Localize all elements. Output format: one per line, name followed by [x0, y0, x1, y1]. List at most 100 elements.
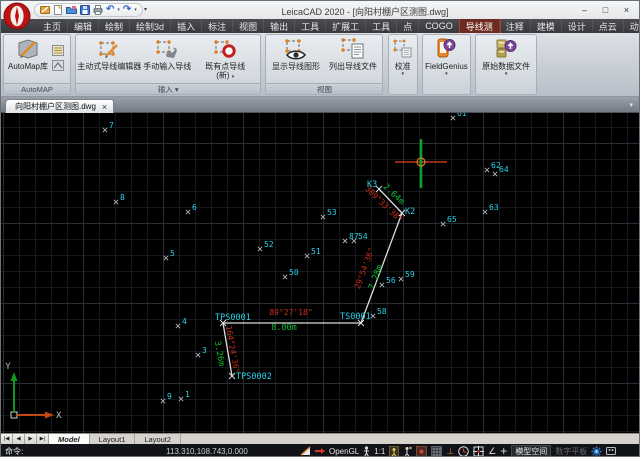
layout-nav-button-2[interactable]: ▶: [25, 434, 37, 444]
document-tab-close-icon[interactable]: ×: [102, 102, 107, 112]
digitizer-label[interactable]: 数字平板: [555, 446, 587, 457]
station-label-TPS0002[interactable]: TPS0002: [236, 372, 272, 382]
fieldgenius-button[interactable]: FieldGenius ▾: [424, 35, 469, 94]
menu-tab-16[interactable]: 设计: [562, 19, 593, 33]
point-label-54[interactable]: 54: [358, 232, 368, 241]
point-label-50[interactable]: 50: [289, 268, 299, 277]
point-label-56[interactable]: 56: [386, 276, 396, 285]
point-label-59[interactable]: 59: [405, 270, 415, 279]
minimize-button[interactable]: –: [574, 1, 595, 18]
annotation-scale-label[interactable]: 1:1: [374, 447, 385, 456]
automap-small-icon-2[interactable]: [52, 60, 64, 73]
angle-snap-icon[interactable]: ∠: [488, 447, 496, 456]
undo-dropdown-icon[interactable]: ▾: [117, 7, 120, 13]
draw-order-icon[interactable]: [300, 446, 311, 456]
redo-icon[interactable]: ↷: [123, 5, 131, 15]
menu-tab-15[interactable]: 建模: [531, 19, 562, 33]
active-traverse-editor-button[interactable]: 主动式导线编辑器: [77, 35, 141, 83]
point-label-61[interactable]: 61: [457, 113, 467, 118]
menu-tab-14[interactable]: 注释: [500, 19, 531, 33]
settings-gear-icon[interactable]: [591, 446, 602, 457]
point-marker-8[interactable]: [114, 200, 118, 204]
point-label-9[interactable]: 9: [167, 392, 172, 401]
point-label-58[interactable]: 58: [377, 307, 387, 316]
drawing-viewport[interactable]: 786535251550439161626463658754565958TPS0…: [1, 113, 640, 433]
plot-icon[interactable]: [93, 5, 103, 15]
panel-label-input[interactable]: 输入▾: [76, 83, 260, 94]
monitor-icon[interactable]: [606, 446, 616, 457]
point-label-8[interactable]: 8: [120, 193, 125, 202]
qat-customize-icon[interactable]: ▾: [144, 6, 147, 13]
point-marker-64[interactable]: [493, 172, 497, 176]
perpendicular-snap-icon[interactable]: ⊥: [446, 447, 454, 456]
raw-data-file-button[interactable]: 原始数据文件 ▾: [477, 35, 535, 94]
maximize-button[interactable]: □: [595, 1, 616, 18]
layout-nav-button-0[interactable]: |◀: [1, 434, 13, 444]
menu-tab-10[interactable]: 工具: [366, 19, 397, 33]
point-marker-59[interactable]: [399, 277, 403, 281]
menu-tab-12[interactable]: COGO: [419, 19, 460, 33]
autoscale-icon[interactable]: [403, 446, 412, 457]
existing-point-traverse-button[interactable]: 既有点导线 (新) ▾: [193, 35, 257, 83]
menu-tab-1[interactable]: 编辑: [68, 19, 99, 33]
application-menu-logo[interactable]: [3, 2, 31, 30]
point-marker-5[interactable]: [164, 256, 168, 260]
menu-tab-13[interactable]: 导线测: [460, 19, 500, 33]
point-label-65[interactable]: 65: [447, 215, 457, 224]
document-tab[interactable]: 向阳村棚户区测图.dwg ×: [5, 99, 114, 113]
menu-tab-5[interactable]: 标注: [202, 19, 233, 33]
station-label-TPS0001[interactable]: TPS0001: [215, 313, 251, 323]
snap-target-icon[interactable]: [473, 446, 484, 457]
hardware-grid-icon[interactable]: [431, 446, 442, 457]
point-marker-9[interactable]: [161, 399, 165, 403]
close-button[interactable]: ×: [616, 1, 637, 18]
point-label-4[interactable]: 4: [182, 317, 187, 326]
undo-icon[interactable]: ↶: [106, 5, 114, 15]
menu-tab-7[interactable]: 输出: [264, 19, 295, 33]
point-label-64[interactable]: 64: [499, 165, 509, 174]
isolate-objects-icon[interactable]: [416, 446, 427, 457]
menu-tab-3[interactable]: 绘制3d: [130, 19, 171, 33]
crosshair-size-icon[interactable]: +: [500, 447, 507, 456]
redo-dropdown-icon[interactable]: ▾: [134, 7, 137, 13]
calibrate-button[interactable]: 校准 ▾: [390, 35, 416, 94]
point-marker-58[interactable]: [371, 314, 375, 318]
layout-tab-layout1[interactable]: Layout1: [90, 434, 136, 444]
point-label-51[interactable]: 51: [311, 247, 321, 256]
model-space-button[interactable]: 模型空间: [511, 445, 551, 457]
point-label-7[interactable]: 7: [109, 121, 114, 130]
qat-drawing-icon[interactable]: [40, 5, 50, 15]
point-marker-65[interactable]: [441, 222, 445, 226]
point-marker-3[interactable]: [196, 353, 200, 357]
menu-tab-4[interactable]: 插入: [171, 19, 202, 33]
point-marker-56[interactable]: [380, 283, 384, 287]
manual-input-traverse-button[interactable]: 手动输入导线: [141, 35, 193, 83]
point-marker-6[interactable]: [186, 210, 190, 214]
point-marker-4[interactable]: [176, 324, 180, 328]
point-marker-53[interactable]: [321, 215, 325, 219]
layout-tab-model[interactable]: Model: [49, 434, 90, 444]
panel-label-automap[interactable]: AutoMAP: [4, 83, 70, 94]
automap-small-icon-1[interactable]: [52, 45, 64, 58]
menu-tab-11[interactable]: 点: [397, 19, 419, 33]
point-label-3[interactable]: 3: [202, 346, 207, 355]
menu-tab-17[interactable]: 点云: [593, 19, 624, 33]
point-marker-62[interactable]: [485, 168, 489, 172]
point-label-6[interactable]: 6: [192, 203, 197, 212]
point-marker-52[interactable]: [258, 247, 262, 251]
menu-tab-9[interactable]: 扩展工: [326, 19, 366, 33]
trace-arrow-icon[interactable]: [315, 447, 325, 455]
point-marker-63[interactable]: [483, 210, 487, 214]
walk-person-icon[interactable]: [363, 446, 370, 457]
renderer-label[interactable]: OpenGL: [329, 447, 359, 456]
layout-nav-button-3[interactable]: ▶|: [37, 434, 49, 444]
panel-label-view[interactable]: 视图: [266, 83, 382, 94]
menu-tab-8[interactable]: 工具: [295, 19, 326, 33]
list-traverse-file-button[interactable]: 列出导线文件: [324, 35, 381, 83]
time-icon[interactable]: [458, 446, 469, 457]
point-marker-1[interactable]: [179, 397, 183, 401]
point-marker-87[interactable]: [343, 239, 347, 243]
command-prompt[interactable]: 命令:: [5, 446, 23, 457]
station-label-TS0001[interactable]: TS0001: [340, 312, 371, 322]
point-label-53[interactable]: 53: [327, 208, 337, 217]
